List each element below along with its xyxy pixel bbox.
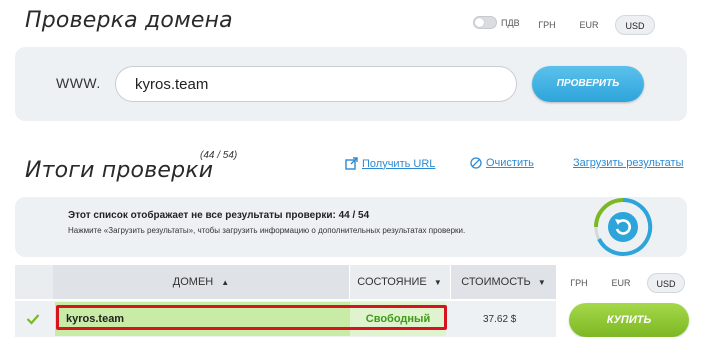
header-cost-label: СТОИМОСТЬ xyxy=(461,276,531,288)
clear-link[interactable]: Очистить xyxy=(470,157,534,169)
currency-option-uah[interactable]: ГРН xyxy=(531,15,563,35)
header-status-label: СОСТОЯНИЕ xyxy=(357,276,427,288)
table-header: ДОМЕН ▲︎ СОСТОЯНИЕ ▼ СТОИМОСТЬ ▼ xyxy=(15,265,556,299)
clear-label: Очистить xyxy=(486,157,534,169)
check-button[interactable]: ПРОВЕРИТЬ xyxy=(532,66,644,102)
currency-option-eur[interactable]: EUR xyxy=(573,15,605,35)
header-domain-label: ДОМЕН xyxy=(172,276,214,288)
buy-button[interactable]: КУПИТЬ xyxy=(569,303,689,337)
header-status[interactable]: СОСТОЯНИЕ ▼ xyxy=(349,265,449,299)
currency-option-usd[interactable]: USD xyxy=(647,273,685,293)
header-cost[interactable]: СТОИМОСТЬ ▼ xyxy=(450,265,556,299)
vat-label: ПДВ xyxy=(501,17,520,28)
info-main-text: Этот список отображает не все результаты… xyxy=(68,210,370,221)
currency-option-eur[interactable]: EUR xyxy=(605,273,637,293)
load-results-link[interactable]: Загрузить результаты xyxy=(573,157,683,169)
result-price: 37.62 $ xyxy=(483,314,517,325)
highlight-box xyxy=(56,305,447,330)
info-sub-text: Нажмите «Загрузить результаты», чтобы за… xyxy=(68,226,466,235)
get-url-link[interactable]: Получить URL xyxy=(345,157,435,170)
external-link-icon xyxy=(345,157,358,170)
results-count: (44 / 54) xyxy=(200,150,238,161)
load-results-label: Загрузить результаты xyxy=(573,157,684,169)
get-url-label: Получить URL xyxy=(362,157,436,170)
refresh-icon[interactable] xyxy=(592,196,654,258)
page-title: Проверка домена xyxy=(25,8,233,33)
vat-switch[interactable] xyxy=(473,16,497,29)
domain-input[interactable] xyxy=(115,66,517,102)
results-title: Итоги проверки xyxy=(25,158,214,183)
currency-switcher-top[interactable]: ГРН EUR USD xyxy=(531,15,665,35)
cancel-icon xyxy=(470,157,482,169)
sort-arrows-icon: ▲︎ xyxy=(221,278,230,287)
checkmark-icon[interactable] xyxy=(26,313,40,325)
triangle-down-icon: ▼ xyxy=(537,278,546,287)
vat-toggle[interactable]: ПДВ xyxy=(473,16,520,29)
triangle-down-icon: ▼ xyxy=(433,278,442,287)
currency-option-uah[interactable]: ГРН xyxy=(563,273,595,293)
currency-option-usd[interactable]: USD xyxy=(615,15,655,35)
www-prefix: WWW. xyxy=(56,75,101,91)
header-domain[interactable]: ДОМЕН ▲︎ xyxy=(53,265,349,299)
vat-switch-knob xyxy=(475,18,484,27)
currency-switcher-table[interactable]: ГРН EUR USD xyxy=(563,273,695,293)
